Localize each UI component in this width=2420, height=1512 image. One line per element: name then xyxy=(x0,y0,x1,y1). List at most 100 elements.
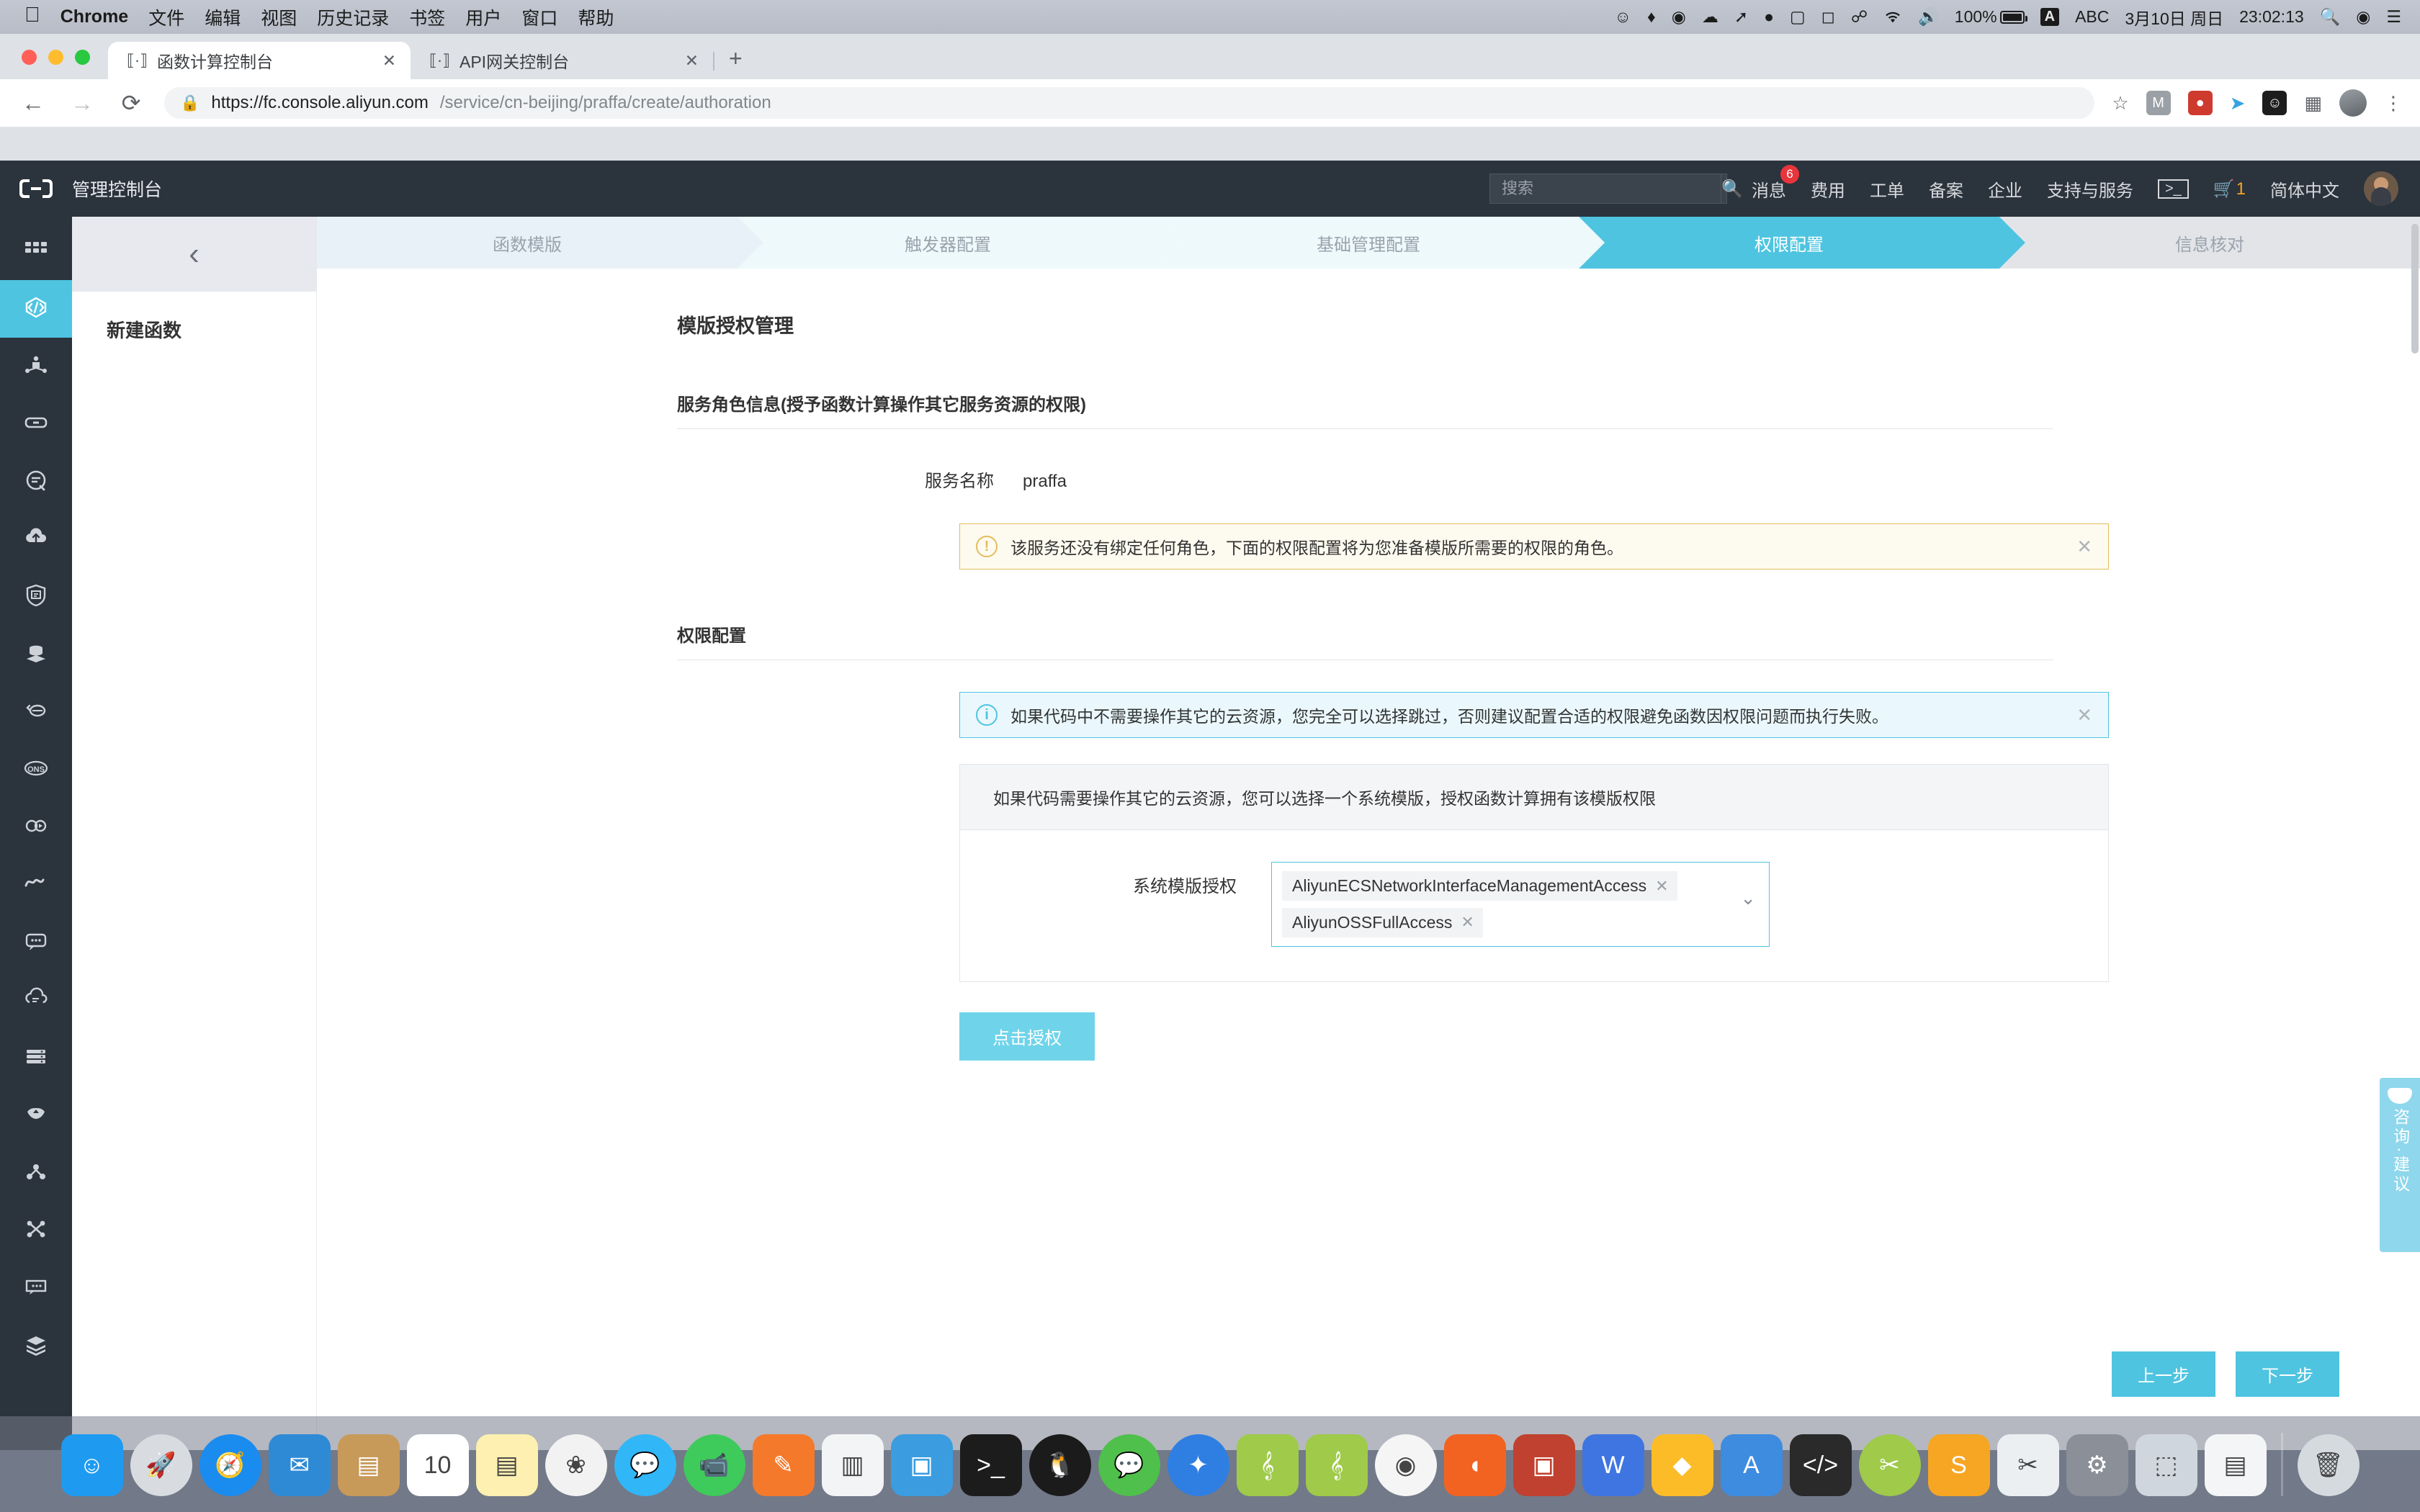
menu-item-view[interactable]: 视图 xyxy=(261,4,297,30)
wifi-status-icon[interactable] xyxy=(1883,10,1902,24)
dock-item-xmind[interactable]: ✂ xyxy=(1858,1434,1921,1496)
rail-item-stream[interactable] xyxy=(0,856,72,914)
menu-item-profiles[interactable]: 用户 xyxy=(465,4,501,30)
search-input[interactable] xyxy=(1489,179,1721,198)
topnav-messages[interactable]: 消息 6 xyxy=(1752,164,1799,202)
scrollbar-thumb[interactable] xyxy=(2411,224,2419,354)
tab-close-icon[interactable]: ✕ xyxy=(685,51,699,71)
system-policy-select[interactable]: AliyunECSNetworkInterfaceManagementAcces… xyxy=(1271,862,1770,947)
extension-icon[interactable]: M xyxy=(2146,91,2171,115)
spotlight-search-icon[interactable]: 🔍 xyxy=(2320,7,2341,27)
chevron-down-icon[interactable]: ⌄ xyxy=(1740,888,1756,907)
dock-item-wps[interactable]: W xyxy=(1582,1434,1644,1496)
rail-item-storage-layers[interactable] xyxy=(0,1317,72,1374)
volume-status-icon[interactable]: 🔊 xyxy=(1918,7,1939,27)
rail-item-chat[interactable] xyxy=(0,914,72,971)
step-permission-config[interactable]: 权限配置 xyxy=(1579,217,2025,269)
dock-item-app-store[interactable]: A xyxy=(1720,1434,1783,1496)
subnav-collapse-bar[interactable]: ‹ xyxy=(72,217,316,292)
close-icon[interactable]: ✕ xyxy=(2076,706,2092,724)
remove-tag-icon[interactable]: ✕ xyxy=(1655,876,1668,896)
policy-tag[interactable]: AliyunECSNetworkInterfaceManagementAcces… xyxy=(1282,871,1677,901)
rail-item-apps-grid[interactable] xyxy=(0,222,72,280)
policy-tag[interactable]: AliyunOSSFullAccess ✕ xyxy=(1282,907,1483,937)
step-basic-config[interactable]: 基础管理配置 xyxy=(1158,217,1605,269)
dock-item-keynote[interactable]: ▣ xyxy=(890,1434,953,1496)
input-source-badge[interactable]: A xyxy=(2040,8,2060,26)
dock-item-mail[interactable]: ✉ xyxy=(268,1434,331,1496)
dock-item-alibaba-cloud[interactable]: ◖ xyxy=(1443,1434,1506,1496)
rail-item-function-compute[interactable] xyxy=(0,280,72,338)
rail-item-message-queue[interactable] xyxy=(0,453,72,510)
dock-item-evernote-1[interactable]: 𝄞 xyxy=(1236,1434,1299,1496)
rail-item-cloud-analysis[interactable] xyxy=(0,971,72,1029)
adblock-icon[interactable]: ● xyxy=(2187,91,2213,115)
aliyun-logo-icon[interactable] xyxy=(0,177,72,200)
bird-extension-icon[interactable]: ➤ xyxy=(2230,92,2246,114)
menu-item-file[interactable]: 文件 xyxy=(148,4,184,30)
address-bar[interactable]: 🔒 https://fc.console.aliyun.com/service/… xyxy=(164,87,2095,119)
rocket-status-icon[interactable]: ➚ xyxy=(1734,7,1748,27)
menu-item-edit[interactable]: 编辑 xyxy=(205,4,241,30)
forward-button[interactable]: → xyxy=(66,87,98,119)
dock-item-document[interactable]: ▤ xyxy=(2204,1434,2267,1496)
tab-api-gateway[interactable]: ⟦·⟧ API网关控制台 ✕ xyxy=(411,42,714,79)
dock-item-notes[interactable]: ▤ xyxy=(475,1434,538,1496)
tab-close-icon[interactable]: ✕ xyxy=(382,51,396,71)
rail-item-mesh[interactable] xyxy=(0,1202,72,1259)
rail-item-security-shield[interactable] xyxy=(0,568,72,626)
rail-item-server[interactable] xyxy=(0,1029,72,1086)
search-icon[interactable]: 🔍 xyxy=(1720,174,1743,203)
tab-function-compute[interactable]: ⟦·⟧ 函数计算控制台 ✕ xyxy=(108,42,411,79)
dock-item-dingtalk[interactable]: ✦ xyxy=(1167,1434,1229,1496)
dock-item-system-preferences[interactable]: ⚙ xyxy=(2066,1434,2128,1496)
menu-item-window[interactable]: 窗口 xyxy=(521,4,557,30)
menu-item-bookmarks[interactable]: 书签 xyxy=(409,4,445,30)
topnav-icp[interactable]: 备案 xyxy=(1929,176,1963,202)
dock-item-snipaste[interactable]: ✂ xyxy=(1996,1434,2059,1496)
cart-icon[interactable]: 🛒1 xyxy=(2213,179,2246,199)
step-trigger-config[interactable]: 触发器配置 xyxy=(738,217,1184,269)
dock-item-calendar[interactable]: 10 xyxy=(406,1434,469,1496)
dock-item-contacts[interactable]: ▤ xyxy=(337,1434,400,1496)
dock-item-evernote-2[interactable]: 𝄞 xyxy=(1305,1434,1368,1496)
dock-item-remote-desktop[interactable]: ▣ xyxy=(1512,1434,1575,1496)
input-method-label[interactable]: ABC xyxy=(2075,7,2109,27)
topnav-enterprise[interactable]: 企业 xyxy=(1988,176,2022,202)
chrome-menu-icon[interactable]: ⋮ xyxy=(2384,92,2403,114)
bookmark-star-icon[interactable]: ☆ xyxy=(2112,92,2128,114)
rail-item-ons[interactable]: ONS xyxy=(0,741,72,798)
dock-item-launchpad[interactable]: 🚀 xyxy=(130,1434,192,1496)
apple-logo-icon[interactable]:  xyxy=(24,5,40,26)
dock-item-sketch[interactable]: ◆ xyxy=(1651,1434,1713,1496)
wechat-status-icon[interactable]: ☺ xyxy=(1615,7,1631,27)
window-traffic-lights[interactable] xyxy=(22,50,90,65)
notes-status-icon[interactable]: ▢ xyxy=(1790,7,1806,27)
shazam-status-icon[interactable]: ◉ xyxy=(1672,7,1686,27)
menu-app-name[interactable]: Chrome xyxy=(60,6,128,27)
dock-item-finder[interactable]: ☺ xyxy=(60,1434,123,1496)
dock-item-facetime[interactable]: 📹 xyxy=(683,1434,745,1496)
dock-item-numbers[interactable]: ▥ xyxy=(821,1434,884,1496)
step-review[interactable]: 信息核对 xyxy=(1999,217,2420,269)
dock-item-code-editor[interactable]: </> xyxy=(1789,1434,1852,1496)
dock-item-pages[interactable]: ✎ xyxy=(752,1434,815,1496)
siri-icon[interactable]: ◉ xyxy=(2356,7,2370,27)
dock-item-qq[interactable]: 🐧 xyxy=(1028,1434,1091,1496)
profile-avatar[interactable] xyxy=(2339,89,2367,117)
rail-item-node-cluster[interactable] xyxy=(0,1144,72,1202)
remove-tag-icon[interactable]: ✕ xyxy=(1461,912,1474,932)
dropbox-status-icon[interactable]: ♦ xyxy=(1647,7,1656,27)
battery-status[interactable]: 100% xyxy=(1955,7,2027,27)
new-tab-button[interactable]: + xyxy=(729,45,743,72)
chevron-left-icon[interactable]: ‹ xyxy=(189,238,200,270)
rail-item-link[interactable] xyxy=(0,395,72,453)
bluetooth-status-icon[interactable]: ☍ xyxy=(1851,7,1868,27)
rail-item-console-log[interactable] xyxy=(0,1259,72,1317)
airplay-status-icon[interactable]: ◻ xyxy=(1821,7,1835,27)
dock-item-safari[interactable]: 🧭 xyxy=(199,1434,261,1496)
close-window-button[interactable] xyxy=(22,50,37,65)
prev-step-button[interactable]: 上一步 xyxy=(2112,1351,2215,1397)
dock-item-trash[interactable]: 🗑 xyxy=(2297,1434,2360,1496)
moon-status-icon[interactable]: ● xyxy=(1764,7,1774,27)
